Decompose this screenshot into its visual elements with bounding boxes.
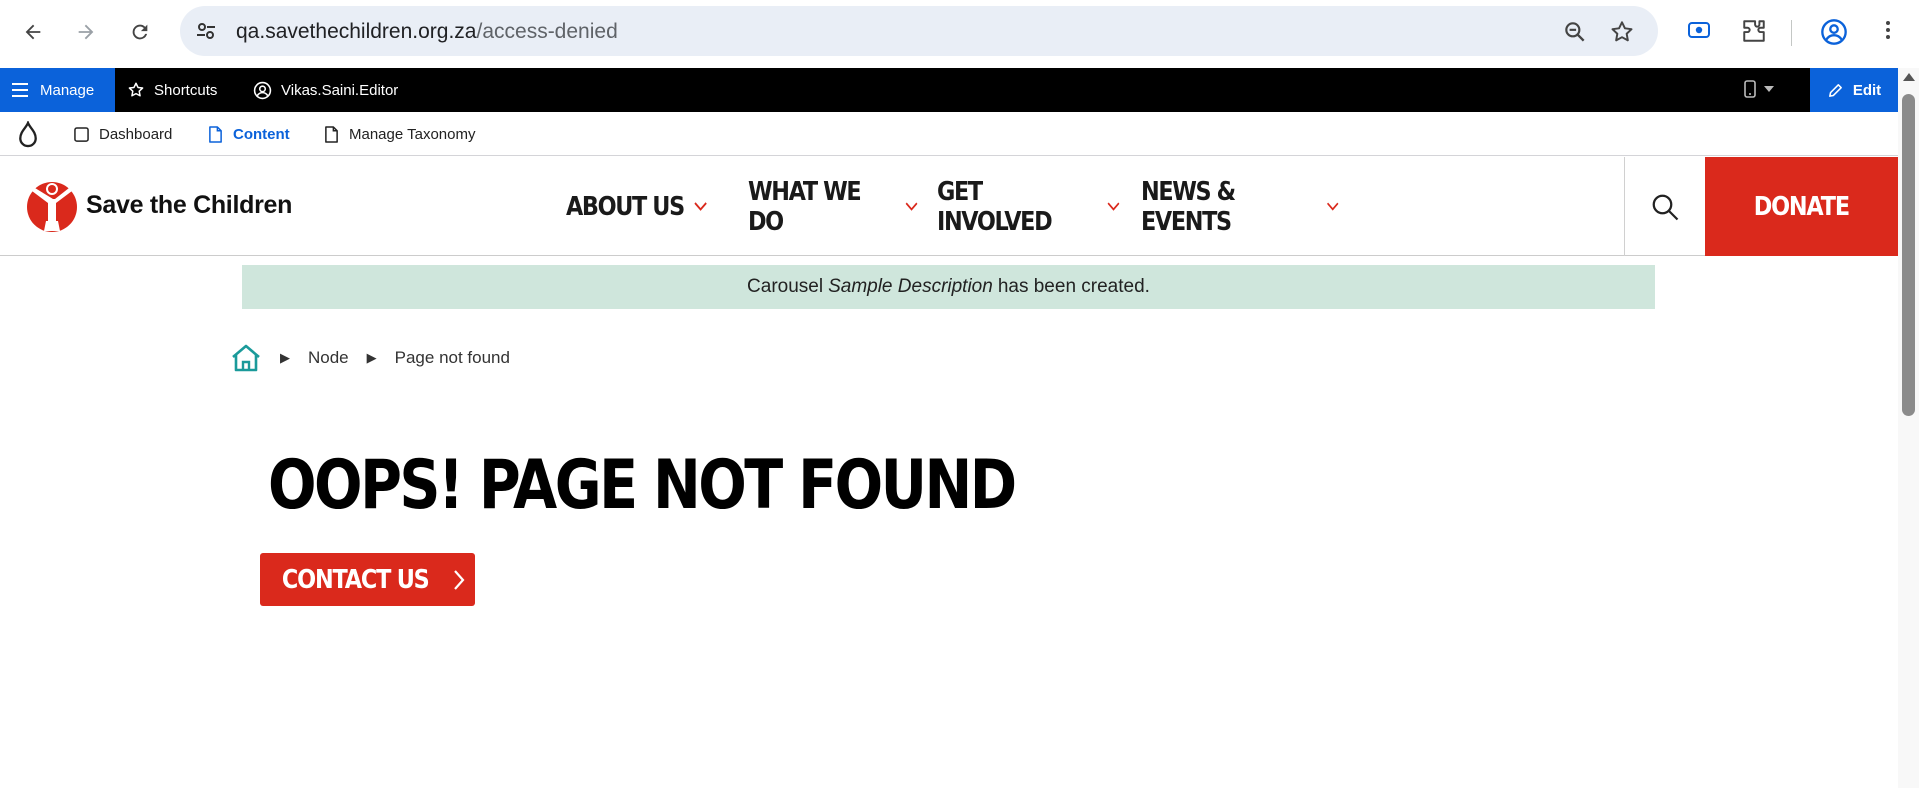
dashboard-icon <box>74 126 89 142</box>
page-scrollbar[interactable] <box>1898 68 1919 788</box>
manage-button[interactable]: Manage <box>0 68 115 112</box>
contact-us-label: CONTACT US <box>282 564 430 595</box>
browser-toolbar: qa.savethechildren.org.za/access-denied <box>0 0 1919 68</box>
nav-label: WHAT WE DO <box>748 176 862 237</box>
tray-item-label: Manage Taxonomy <box>349 125 476 143</box>
nav-get-involved[interactable]: GET INVOLVED <box>937 176 1120 237</box>
nav-label: ABOUT US <box>566 191 685 222</box>
nav-about-us[interactable]: ABOUT US <box>566 192 729 222</box>
mobile-device-icon <box>1744 80 1756 98</box>
drupal-drop-icon[interactable] <box>16 121 40 148</box>
back-icon <box>25 24 41 40</box>
search-button[interactable] <box>1624 157 1705 256</box>
tray-item-label: Dashboard <box>99 125 173 143</box>
chevron-down-icon <box>1327 202 1339 211</box>
site-logo[interactable]: Save the Children <box>26 177 292 233</box>
manage-label: Manage <box>40 81 95 99</box>
caret-down-icon <box>1764 86 1774 92</box>
status-prefix: Carousel <box>747 276 824 297</box>
chevron-down-icon <box>1107 202 1120 211</box>
device-preview-toggle[interactable] <box>1744 80 1774 98</box>
status-suffix: has been created. <box>997 276 1150 297</box>
site-settings-icon[interactable] <box>194 19 218 43</box>
edit-button[interactable]: Edit <box>1810 68 1898 112</box>
zoom-icon[interactable] <box>1562 19 1588 45</box>
admin-toolbar: Manage Shortcuts Vikas.Saini.Editor Edit <box>0 68 1898 112</box>
star-icon[interactable] <box>1609 19 1635 45</box>
home-icon[interactable] <box>230 343 262 373</box>
menu-icon[interactable] <box>1876 18 1900 42</box>
tray-item-manage-taxonomy[interactable]: Manage Taxonomy <box>324 112 475 156</box>
breadcrumb-item-node[interactable]: Node <box>308 348 349 368</box>
tray-item-dashboard[interactable]: Dashboard <box>74 112 172 156</box>
save-the-children-logo-icon <box>27 182 77 232</box>
back-button[interactable] <box>15 14 51 50</box>
logo-text: Save the Children <box>86 190 293 219</box>
edit-label: Edit <box>1852 81 1882 99</box>
hamburger-icon <box>12 83 28 97</box>
nav-label: GET INVOLVED <box>937 176 1053 237</box>
status-message: Carousel Sample Description has been cre… <box>242 265 1655 309</box>
admin-tray: Dashboard Content Manage Taxonomy <box>0 112 1898 156</box>
star-icon <box>128 82 144 97</box>
chevron-right-icon <box>453 569 465 590</box>
nav-news-events[interactable]: NEWS & EVENTS <box>1141 177 1339 237</box>
scroll-thumb[interactable] <box>1902 94 1915 416</box>
scroll-up-arrow-icon[interactable] <box>1903 73 1915 81</box>
screen-capture-icon[interactable] <box>1687 18 1711 42</box>
main-navigation: ABOUT US WHAT WE DO GET INVOLVED NEWS & … <box>566 157 1363 256</box>
toolbar-divider <box>1791 20 1792 46</box>
forward-button[interactable] <box>68 14 104 50</box>
address-bar[interactable]: qa.savethechildren.org.za/access-denied <box>180 6 1658 56</box>
user-label: Vikas.Saini.Editor <box>281 81 399 99</box>
chevron-down-icon <box>694 202 707 211</box>
breadcrumb: ▶ Node ▶ Page not found <box>230 343 510 373</box>
reload-button[interactable] <box>122 14 158 50</box>
search-icon <box>1652 194 1679 220</box>
profile-icon[interactable] <box>1820 18 1848 46</box>
shortcuts-label: Shortcuts <box>154 81 218 99</box>
nav-label: NEWS & EVENTS <box>1141 176 1236 237</box>
donate-button[interactable]: DONATE <box>1705 157 1898 256</box>
shortcuts-button[interactable]: Shortcuts <box>127 68 217 112</box>
user-button[interactable]: Vikas.Saini.Editor <box>253 68 398 112</box>
breadcrumb-separator-icon: ▶ <box>366 350 377 365</box>
breadcrumb-separator-icon: ▶ <box>280 350 290 365</box>
site-header: Save the Children ABOUT US WHAT WE DO GE… <box>0 157 1898 256</box>
chevron-down-icon <box>905 202 918 211</box>
user-icon <box>253 81 272 99</box>
tray-item-label: Content <box>233 125 290 143</box>
url-text[interactable]: qa.savethechildren.org.za/access-denied <box>236 20 618 44</box>
document-icon <box>209 125 222 143</box>
nav-what-we-do[interactable]: WHAT WE DO <box>748 176 918 237</box>
reload-icon <box>132 24 148 40</box>
extensions-icon[interactable] <box>1741 18 1767 44</box>
breadcrumb-item-current: Page not found <box>394 348 510 367</box>
donate-label: DONATE <box>1753 191 1850 222</box>
document-icon <box>325 125 338 143</box>
forward-icon <box>78 24 94 40</box>
pencil-icon <box>1828 83 1842 97</box>
tray-item-content[interactable]: Content <box>208 112 290 156</box>
contact-us-button[interactable]: CONTACT US <box>260 553 475 606</box>
page-title: OOPS! PAGE NOT FOUND <box>268 446 1017 525</box>
status-item-title: Sample Description <box>828 276 993 297</box>
